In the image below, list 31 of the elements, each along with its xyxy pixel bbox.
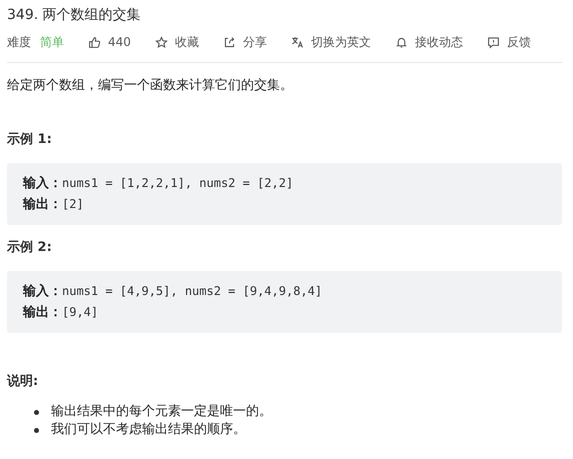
- bullet-icon: [34, 428, 39, 432]
- code-text: nums1 = [1,2,2,1], nums2 = [2,2]: [62, 175, 294, 192]
- example-heading: 示例 1:: [7, 131, 53, 149]
- io-label: 输入：: [23, 282, 62, 301]
- bell-icon[interactable]: [394, 36, 408, 48]
- notes-heading: 说明:: [7, 373, 40, 391]
- code-text: [9,4]: [62, 304, 98, 321]
- example-heading: 示例 2:: [7, 239, 53, 257]
- code-text: [2]: [62, 196, 84, 213]
- code-text: nums1 = [4,9,5], nums2 = [9,4,9,8,4]: [62, 283, 322, 300]
- io-label: 输出：: [23, 304, 62, 322]
- action-label[interactable]: 分享: [242, 34, 267, 50]
- difficulty-label: 难度: [7, 34, 31, 50]
- feedback-icon[interactable]: [486, 36, 500, 48]
- star-icon[interactable]: [154, 36, 168, 48]
- io-label: 输入：: [23, 174, 62, 193]
- io-label: 输出：: [23, 196, 62, 214]
- difficulty-value: 简单: [40, 34, 64, 50]
- action-label[interactable]: 收藏: [174, 34, 199, 50]
- description-text: 给定两个数组，编写一个函数来计算它们的交集。: [7, 77, 294, 95]
- note-text: 输出结果中的每个元素一定是唯一的。: [51, 403, 272, 421]
- translate-icon[interactable]: [290, 36, 304, 48]
- share-icon[interactable]: [222, 36, 236, 48]
- action-label[interactable]: 切换为英文: [310, 34, 371, 50]
- action-label[interactable]: 接收动态: [414, 34, 463, 50]
- note-text: 我们可以不考虑输出结果的顺序。: [51, 421, 246, 439]
- problem-title: 349. 两个数组的交集: [7, 6, 142, 24]
- action-label[interactable]: 反馈: [506, 34, 531, 50]
- thumbs-up-icon[interactable]: [88, 36, 101, 48]
- action-label[interactable]: 440: [108, 34, 131, 50]
- bullet-icon: [34, 410, 39, 414]
